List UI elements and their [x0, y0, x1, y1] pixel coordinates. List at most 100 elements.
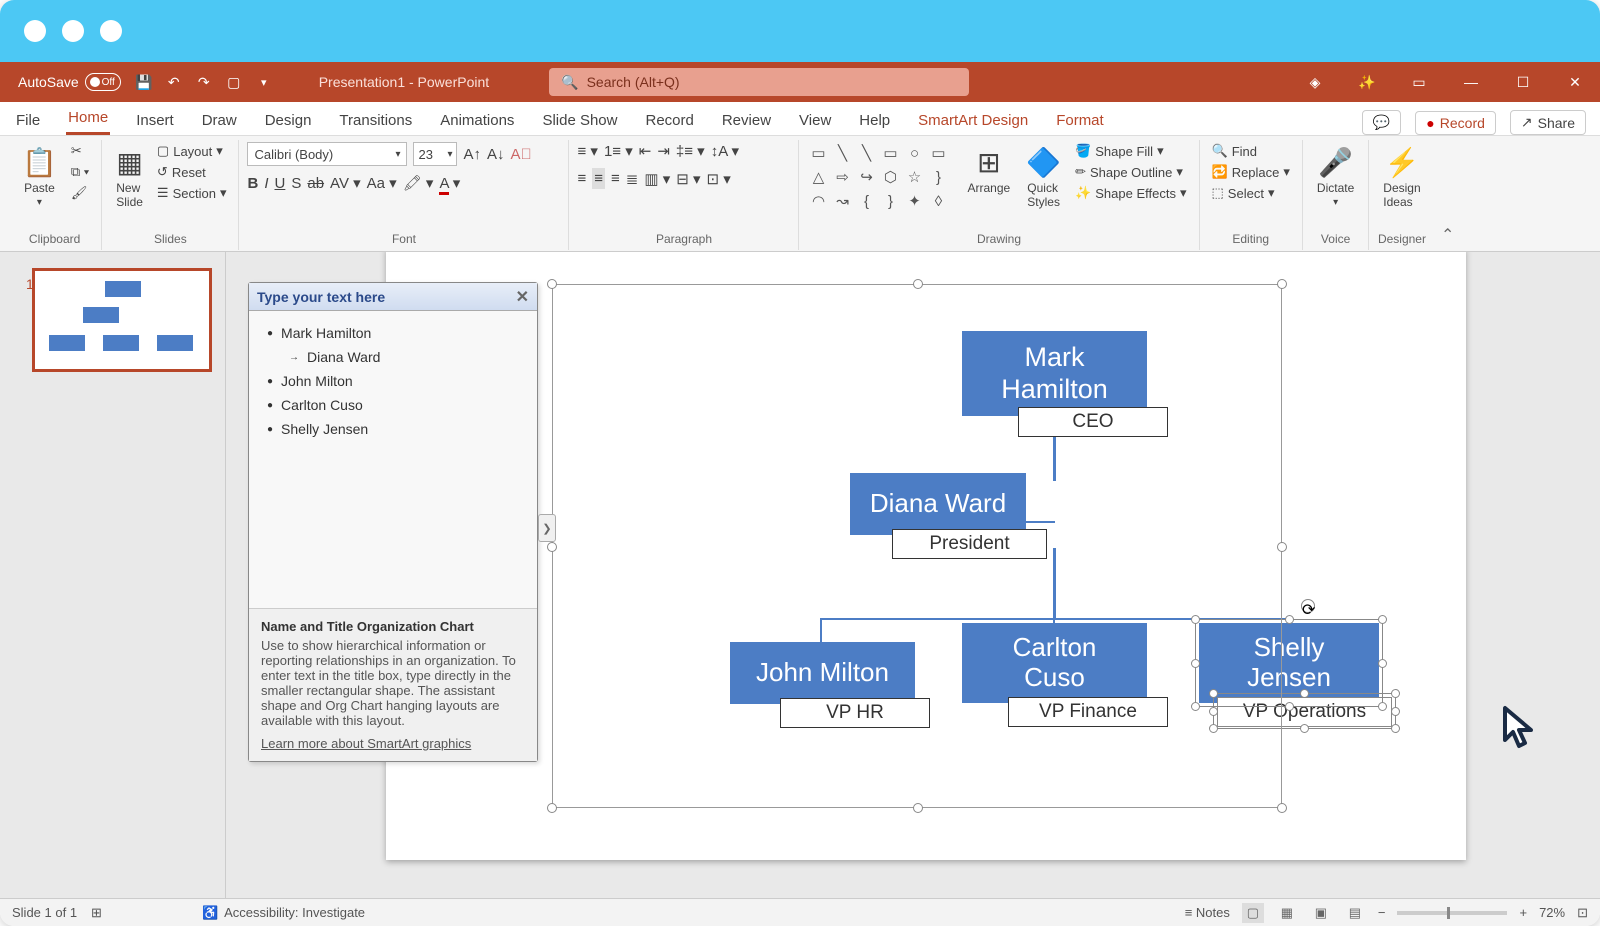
shape-line-icon[interactable]: ╲ — [831, 142, 853, 164]
shape-brace-icon[interactable]: } — [927, 166, 949, 188]
strike-icon[interactable]: ab — [307, 175, 324, 192]
shape-star2-icon[interactable]: ✦ — [903, 190, 925, 212]
collapse-ribbon-icon[interactable]: ⌃ — [1435, 140, 1461, 251]
font-color-icon[interactable]: A ▾ — [439, 174, 460, 192]
shapes-gallery[interactable]: ▭╲╲▭○▭ △⇨↪⬡☆} ◠↝{}✦◊ — [807, 142, 957, 212]
increase-font-icon[interactable]: A↑ — [463, 146, 481, 163]
tab-design[interactable]: Design — [263, 106, 314, 135]
slideshow-view-icon[interactable]: ▤ — [1344, 903, 1366, 923]
save-icon[interactable]: 💾 — [129, 67, 159, 97]
traffic-light-zoom[interactable] — [100, 20, 122, 42]
close-icon[interactable]: ✕ — [1560, 67, 1590, 97]
share-button[interactable]: ↗Share — [1510, 110, 1586, 135]
undo-icon[interactable]: ↶ — [159, 67, 189, 97]
record-button[interactable]: ●Record — [1415, 111, 1496, 135]
tab-smartart-design[interactable]: SmartArt Design — [916, 106, 1030, 135]
find-button[interactable]: 🔍 Find — [1208, 142, 1294, 160]
text-direction-icon[interactable]: ↕A ▾ — [711, 142, 739, 160]
replace-button[interactable]: 🔁 Replace ▾ — [1208, 163, 1294, 181]
align-center-icon[interactable]: ≡ — [592, 168, 605, 189]
section-button[interactable]: ☰ Section ▾ — [153, 184, 231, 202]
zoom-in-icon[interactable]: + — [1519, 905, 1527, 920]
traffic-light-close[interactable] — [24, 20, 46, 42]
qat-more-icon[interactable]: ▾ — [249, 67, 279, 97]
rotate-handle-icon[interactable]: ⟳ — [1301, 599, 1315, 613]
list-item[interactable]: Mark Hamilton — [281, 325, 371, 341]
autosave-toggle[interactable]: AutoSave Off — [10, 73, 129, 91]
minimize-icon[interactable]: — — [1456, 67, 1486, 97]
shape-fill-button[interactable]: 🪣 Shape Fill ▾ — [1071, 142, 1190, 160]
shape-rect-icon[interactable]: ▭ — [879, 142, 901, 164]
decrease-font-icon[interactable]: A↓ — [487, 146, 505, 163]
comments-button[interactable]: 💬 — [1362, 110, 1401, 135]
shape-conn2-icon[interactable]: ↝ — [831, 190, 853, 212]
arrange-button[interactable]: ⊞Arrange — [961, 142, 1016, 199]
smartart-convert-icon[interactable]: ⊡ ▾ — [707, 170, 731, 188]
status-lang-icon[interactable]: ⊞ — [91, 905, 102, 921]
shape-outline-button[interactable]: ✏ Shape Outline ▾ — [1071, 163, 1190, 181]
font-size-select[interactable]: 23▾ — [413, 142, 457, 166]
zoom-out-icon[interactable]: − — [1378, 905, 1386, 920]
tab-animations[interactable]: Animations — [438, 106, 516, 135]
shape-arrow-icon[interactable]: ⇨ — [831, 166, 853, 188]
cut-button[interactable]: ✂ — [67, 142, 93, 160]
diamond-icon[interactable]: ◈ — [1300, 67, 1330, 97]
list-item[interactable]: Shelly Jensen — [281, 421, 368, 437]
fit-icon[interactable]: ⊡ — [1577, 905, 1588, 921]
align-left-icon[interactable]: ≡ — [577, 170, 586, 187]
maximize-icon[interactable]: ☐ — [1508, 67, 1538, 97]
accessibility-button[interactable]: ♿ Accessibility: Investigate — [202, 905, 365, 921]
tab-record[interactable]: Record — [643, 106, 695, 135]
text-pane-list[interactable]: ●Mark Hamilton →Diana Ward ●John Milton … — [249, 311, 537, 608]
layout-button[interactable]: ▢ Layout ▾ — [153, 142, 231, 160]
shape-rbrace-icon[interactable]: } — [879, 190, 901, 212]
shape-callout-icon[interactable]: ◊ — [927, 190, 949, 212]
shape-effects-button[interactable]: ✨ Shape Effects ▾ — [1071, 184, 1190, 202]
bullets-icon[interactable]: ≡ ▾ — [577, 142, 597, 160]
traffic-light-minimize[interactable] — [62, 20, 84, 42]
tab-view[interactable]: View — [797, 106, 833, 135]
align-right-icon[interactable]: ≡ — [611, 170, 620, 187]
align-text-icon[interactable]: ⊟ ▾ — [676, 170, 700, 188]
line-spacing-icon[interactable]: ‡≡ ▾ — [676, 142, 705, 160]
clear-format-icon[interactable]: A⃠ — [511, 146, 532, 163]
copy-button[interactable]: ⧉ ▾ — [67, 163, 93, 181]
tab-insert[interactable]: Insert — [134, 106, 176, 135]
shape-line2-icon[interactable]: ╲ — [855, 142, 877, 164]
toggle-text-pane-icon[interactable]: ❯ — [538, 514, 556, 542]
shape-conn-icon[interactable]: ↪ — [855, 166, 877, 188]
tab-draw[interactable]: Draw — [200, 106, 239, 135]
redo-icon[interactable]: ↷ — [189, 67, 219, 97]
increase-indent-icon[interactable]: ⇥ — [657, 142, 670, 160]
sorter-view-icon[interactable]: ▦ — [1276, 903, 1298, 923]
quick-styles-button[interactable]: 🔷Quick Styles — [1020, 142, 1067, 213]
tab-help[interactable]: Help — [857, 106, 892, 135]
list-item[interactable]: Carlton Cuso — [281, 397, 363, 413]
select-button[interactable]: ⬚ Select ▾ — [1208, 184, 1294, 202]
normal-view-icon[interactable]: ▢ — [1242, 903, 1264, 923]
format-painter-button[interactable]: 🖌 — [67, 184, 93, 202]
tab-slideshow[interactable]: Slide Show — [540, 106, 619, 135]
font-select[interactable]: Calibri (Body)▾ — [247, 142, 407, 166]
paste-button[interactable]: 📋Paste▾ — [16, 142, 63, 212]
shape-oval-icon[interactable]: ○ — [903, 142, 925, 164]
change-case-icon[interactable]: Aa ▾ — [367, 174, 397, 192]
search-input[interactable]: 🔍 Search (Alt+Q) — [549, 68, 969, 96]
zoom-slider[interactable] — [1397, 911, 1507, 915]
shape-star-icon[interactable]: ☆ — [903, 166, 925, 188]
reset-button[interactable]: ↺ Reset — [153, 163, 231, 181]
new-slide-button[interactable]: ▦New Slide — [110, 142, 149, 213]
design-ideas-button[interactable]: ⚡Design Ideas — [1377, 142, 1426, 213]
decrease-indent-icon[interactable]: ⇤ — [639, 142, 652, 160]
justify-icon[interactable]: ≣ — [626, 170, 639, 188]
bold-icon[interactable]: B — [247, 175, 258, 192]
tab-format[interactable]: Format — [1054, 106, 1106, 135]
shape-tri-icon[interactable]: △ — [807, 166, 829, 188]
smartart-selection-frame[interactable] — [552, 284, 1282, 808]
columns-icon[interactable]: ▥ ▾ — [644, 170, 670, 188]
italic-icon[interactable]: I — [264, 175, 268, 192]
reading-view-icon[interactable]: ▣ — [1310, 903, 1332, 923]
shape-arc-icon[interactable]: ◠ — [807, 190, 829, 212]
tab-home[interactable]: Home — [66, 103, 110, 135]
tab-review[interactable]: Review — [720, 106, 773, 135]
